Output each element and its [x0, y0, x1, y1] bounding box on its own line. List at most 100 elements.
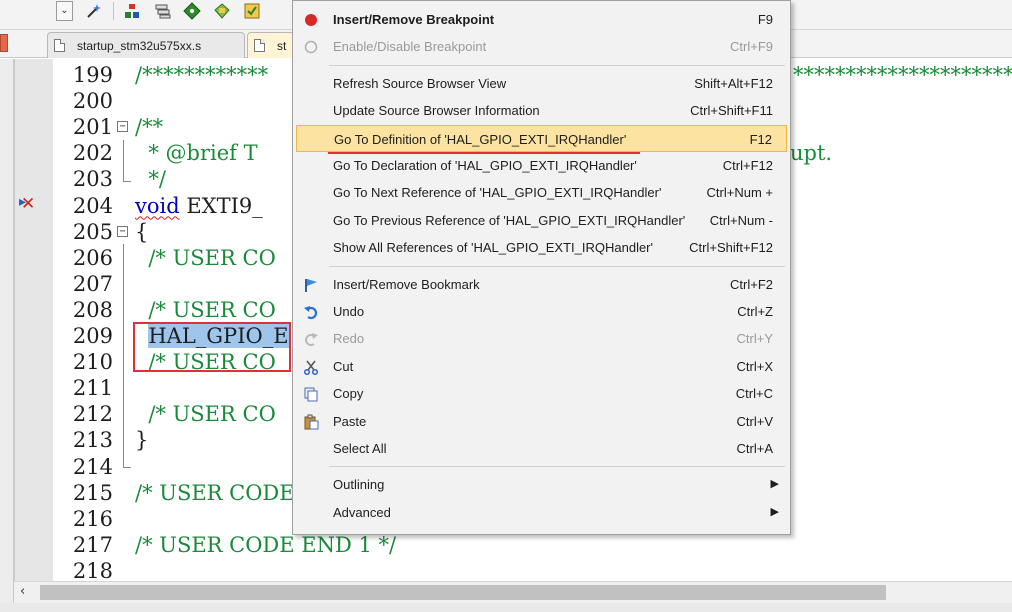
code-token: * @brief T: [135, 141, 258, 166]
tab-label: startup_stm32u575xx.s: [77, 38, 202, 53]
menu-item-label: Select All: [333, 441, 387, 456]
menu-item-shortcut: Ctrl+X: [736, 358, 773, 374]
menu-item-shortcut: Ctrl+A: [736, 441, 773, 456]
menu-item-go-to-declaration-of-hal-gpio-exti-irqha[interactable]: Go To Declaration of 'HAL_GPIO_EXTI_IRQH…: [296, 152, 787, 179]
toolbar-separator: [113, 2, 114, 20]
menu-item-label: Insert/Remove Bookmark: [333, 276, 480, 292]
code-line[interactable]: 218: [15, 558, 1012, 581]
line-number: 216: [72, 506, 113, 531]
menu-item-label: Show All References of 'HAL_GPIO_EXTI_IR…: [333, 240, 653, 256]
menu-item-shortcut: Ctrl+Num +: [706, 185, 773, 201]
code-text: {: [135, 219, 148, 245]
code-token: EXTI9_: [179, 193, 263, 218]
menu-item-shortcut: F12: [749, 131, 772, 147]
code-text: /* USER CO: [135, 245, 275, 271]
stack-layers-icon[interactable]: [152, 1, 174, 21]
file-icon: [54, 39, 65, 52]
code-text: */: [135, 166, 166, 192]
code-text: * @brief T: [135, 140, 258, 166]
menu-item-refresh-source-browser-view[interactable]: Refresh Source Browser View Shift+Alt+F12: [296, 70, 787, 97]
menu-item-advanced[interactable]: Advanced ▶: [296, 499, 787, 526]
menu-item-paste[interactable]: Paste Ctrl+V: [296, 408, 787, 435]
manage-components-icon[interactable]: [121, 1, 143, 21]
dropdown-arrow-button[interactable]: ⌄: [56, 1, 73, 21]
code-text-right: upt.: [790, 141, 833, 166]
tab-startup-file[interactable]: startup_stm32u575xx.s: [47, 32, 245, 58]
menu-item-shortcut: Ctrl+Shift+F11: [690, 103, 773, 119]
menu-item-outlining[interactable]: Outlining ▶: [296, 471, 787, 498]
menu-item-label: Go To Definition of 'HAL_GPIO_EXTI_IRQHa…: [334, 131, 627, 147]
menu-separator: [329, 64, 785, 66]
code-token: /* USER CO: [135, 297, 276, 322]
fold-guide: [123, 244, 124, 468]
menu-item-label: Insert/Remove Breakpoint: [333, 12, 495, 27]
breakpoint-icon: [302, 11, 320, 29]
menu-item-go-to-definition-of-hal-gpio-exti-irqhan[interactable]: Go To Definition of 'HAL_GPIO_EXTI_IRQHa…: [296, 124, 787, 152]
line-number: 203: [72, 167, 113, 192]
annotation-highlight-box: [133, 322, 291, 372]
menu-item-label: Undo: [333, 304, 365, 319]
redo-icon: [302, 330, 320, 348]
scroll-left-icon[interactable]: ‹: [20, 584, 25, 599]
menu-item-label: Cut: [333, 358, 354, 374]
code-token: /* USER CODE: [135, 480, 295, 505]
menu-item-shortcut: Ctrl+Num -: [709, 212, 773, 228]
menu-item-shortcut: Ctrl+F12: [722, 158, 773, 173]
code-text: /************: [135, 62, 268, 88]
menu-item-shortcut: Ctrl+F2: [730, 276, 773, 292]
menu-item-select-all[interactable]: Select All Ctrl+A: [296, 435, 787, 462]
fold-toggle-icon[interactable]: −: [117, 225, 128, 237]
menu-item-cut[interactable]: Cut Ctrl+X: [296, 353, 787, 380]
menu-item-label: Enable/Disable Breakpoint: [333, 39, 487, 55]
menu-item-label: Redo: [333, 331, 365, 347]
code-line[interactable]: 217 /* USER CODE END 1 */: [15, 532, 1012, 558]
green-diamond-icon[interactable]: [181, 1, 203, 21]
undo-icon: [302, 303, 320, 321]
breakpoint-disabled-icon: [302, 38, 320, 56]
menu-item-undo[interactable]: Undo Ctrl+Z: [296, 298, 787, 325]
menu-item-label: Copy: [333, 386, 364, 402]
line-number: 206: [72, 245, 113, 270]
scrollbar-thumb[interactable]: [40, 585, 886, 600]
menu-item-shortcut: Ctrl+V: [736, 413, 773, 429]
menu-item-shortcut: Ctrl+F9: [730, 39, 773, 55]
copy-icon: [302, 385, 320, 403]
menu-item-insert-remove-bookmark[interactable]: Insert/Remove Bookmark Ctrl+F2: [296, 271, 787, 298]
line-number: 209: [72, 324, 113, 348]
line-number: 201: [72, 115, 113, 140]
menu-item-go-to-next-reference-of-hal-gpio-exti-ir[interactable]: Go To Next Reference of 'HAL_GPIO_EXTI_I…: [296, 179, 787, 206]
line-number: 202: [72, 141, 113, 166]
tab-current-file[interactable]: st: [247, 32, 297, 58]
pack-installer-icon[interactable]: [211, 1, 233, 21]
menu-item-go-to-previous-reference-of-hal-gpio-ext[interactable]: Go To Previous Reference of 'HAL_GPIO_EX…: [296, 207, 787, 234]
menu-item-shortcut: Shift+Alt+F12: [694, 75, 773, 91]
fold-toggle-icon[interactable]: −: [117, 121, 128, 133]
code-token: /* USER CO: [135, 402, 276, 427]
line-number: 205: [72, 219, 113, 244]
menu-item-shortcut: Ctrl+Z: [737, 304, 773, 319]
code-text: /**: [135, 114, 163, 140]
fold-end: [123, 181, 131, 182]
line-number: 218: [72, 558, 113, 581]
file-icon: [254, 39, 265, 52]
menu-item-label: Go To Declaration of 'HAL_GPIO_EXTI_IRQH…: [333, 158, 637, 173]
menu-item-label: Advanced: [333, 504, 391, 520]
menu-item-redo[interactable]: Redo Ctrl+Y: [296, 325, 787, 352]
breakpoint-marker-icon[interactable]: ✕ ▸: [19, 194, 35, 214]
menu-item-copy[interactable]: Copy Ctrl+C: [296, 380, 787, 407]
submenu-arrow-icon: ▶: [770, 478, 779, 491]
menu-item-label: Go To Next Reference of 'HAL_GPIO_EXTI_I…: [333, 185, 662, 201]
select-packs-icon[interactable]: [241, 1, 263, 21]
menu-item-update-source-browser-information[interactable]: Update Source Browser Information Ctrl+Sh…: [296, 97, 787, 124]
horizontal-scrollbar[interactable]: ‹: [14, 581, 1012, 603]
line-number: 210: [72, 350, 113, 375]
line-number: 199: [72, 63, 113, 87]
menu-item-enable-disable-breakpoint[interactable]: Enable/Disable Breakpoint Ctrl+F9: [296, 33, 787, 60]
menu-separator: [329, 265, 785, 267]
line-number: 211: [72, 376, 113, 401]
magic-wand-icon[interactable]: [83, 1, 105, 21]
menu-item-show-all-references-of-hal-gpio-exti-irq[interactable]: Show All References of 'HAL_GPIO_EXTI_IR…: [296, 234, 787, 261]
code-token: /************: [135, 63, 269, 87]
menu-item-insert-remove-breakpoint[interactable]: Insert/Remove Breakpoint F9: [296, 6, 787, 33]
code-token: void: [135, 193, 180, 218]
